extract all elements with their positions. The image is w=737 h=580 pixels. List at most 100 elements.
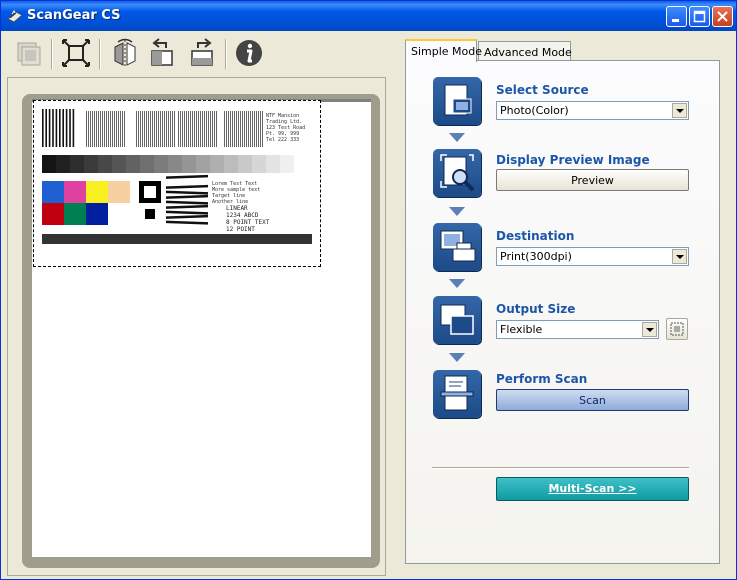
pattern-line — [256, 111, 257, 147]
destination-dropdown[interactable]: Print(300dpi) — [496, 247, 689, 266]
color-swatch — [42, 203, 64, 225]
printer-destination-icon — [440, 230, 476, 262]
pattern-line — [250, 111, 251, 147]
scan-document-icon — [440, 375, 474, 411]
pattern-line — [200, 111, 201, 147]
pattern-line — [108, 111, 109, 147]
chevron-down-icon[interactable] — [672, 249, 687, 264]
gray-patch — [84, 155, 98, 173]
pattern-line — [102, 111, 103, 147]
stripe-line — [166, 190, 208, 195]
barcode-bar — [45, 109, 47, 147]
pattern-line — [242, 111, 243, 147]
pattern-line — [196, 111, 197, 147]
chevron-down-icon[interactable] — [672, 103, 687, 118]
pattern-line — [112, 111, 113, 147]
pattern-line — [92, 111, 93, 147]
title-bar: ScanGear CS — [1, 1, 736, 31]
stripe-line — [166, 204, 208, 209]
output-size-icon — [440, 304, 474, 335]
barcode-bar — [52, 109, 54, 147]
thumbnail-icon — [17, 42, 41, 66]
tab-advanced-mode[interactable]: Advanced Mode — [478, 41, 572, 60]
barcode-bar — [42, 109, 44, 147]
pattern-line — [258, 111, 259, 147]
mirror-icon — [114, 38, 136, 67]
toolbar-separator — [225, 39, 227, 69]
pattern-line — [118, 111, 119, 147]
close-icon — [717, 11, 728, 22]
color-swatch — [64, 181, 86, 203]
color-swatch — [86, 181, 108, 203]
pattern-line — [184, 111, 185, 147]
barcode-bar — [55, 109, 58, 147]
settings-panel: Simple Mode Advanced Mode Select Source … — [391, 33, 733, 577]
info-icon — [236, 40, 262, 66]
pattern-line — [226, 111, 227, 147]
maximize-button[interactable] — [689, 6, 710, 27]
pattern-line — [90, 111, 91, 147]
tab-simple-mode[interactable]: Simple Mode — [405, 39, 482, 62]
pattern-line — [198, 111, 199, 147]
target-text: Tel 222 333 — [266, 137, 300, 143]
scan-button[interactable]: Scan — [496, 389, 689, 411]
thumbnail-button[interactable] — [13, 37, 45, 69]
gray-patch — [210, 155, 224, 173]
perform-scan-step-icon — [433, 370, 481, 418]
pattern-line — [166, 111, 167, 147]
pattern-line — [140, 111, 141, 147]
pattern-line — [202, 111, 203, 147]
minimize-button[interactable] — [666, 6, 687, 27]
auto-crop-button[interactable] — [60, 37, 92, 69]
gray-patch — [224, 155, 238, 173]
preview-area[interactable]: NTF Mansion Trading Ltd. 123 Test Road P… — [32, 99, 371, 557]
step-arrow-icon — [449, 353, 465, 362]
multi-scan-button-label: Multi-Scan >> — [548, 482, 637, 495]
color-swatch — [86, 203, 108, 225]
mirror-button[interactable] — [109, 37, 141, 69]
pattern-line — [180, 111, 181, 147]
toolbar-separator — [51, 39, 53, 69]
preview-button[interactable]: Preview — [496, 169, 689, 191]
pattern-line — [192, 111, 193, 147]
gray-patch — [154, 155, 168, 173]
pattern-line — [162, 111, 163, 147]
target-text-block-3: LINEAR 1234 ABCD 8 POINT TEXT 12 POINT — [226, 205, 269, 233]
stripe-line — [166, 200, 208, 205]
gray-patch — [140, 155, 154, 173]
multi-scan-button[interactable]: Multi-Scan >> — [496, 477, 689, 501]
gray-patch — [56, 155, 70, 173]
preview-magnifier-icon — [440, 154, 475, 192]
pattern-line — [228, 111, 229, 147]
scan-preview-image[interactable]: NTF Mansion Trading Ltd. 123 Test Road P… — [33, 100, 321, 267]
color-swatch — [64, 203, 86, 225]
target-text-block-2: Lorem Test Text More sample text Target … — [212, 181, 260, 205]
rotate-left-button[interactable] — [146, 37, 178, 69]
pattern-line — [136, 111, 137, 147]
close-button[interactable] — [712, 6, 733, 27]
pattern-line — [114, 111, 115, 147]
pattern-line — [186, 111, 187, 147]
pattern-line — [120, 111, 121, 147]
chevron-down-icon[interactable] — [642, 322, 657, 337]
window-title: ScanGear CS — [27, 8, 121, 23]
pattern-line — [252, 111, 253, 147]
gray-patch — [126, 155, 140, 173]
scan-button-label: Scan — [579, 394, 606, 407]
output-size-dropdown[interactable]: Flexible — [496, 320, 659, 339]
gray-patch — [70, 155, 84, 173]
gray-patch — [112, 155, 126, 173]
gray-patch — [42, 155, 56, 173]
select-source-dropdown[interactable]: Photo(Color) — [496, 101, 689, 120]
info-button[interactable] — [233, 37, 265, 69]
pattern-line — [246, 111, 247, 147]
pattern-line — [110, 111, 111, 147]
gray-patch — [98, 155, 112, 173]
rotate-right-button[interactable] — [186, 37, 218, 69]
stripe-line — [166, 184, 208, 189]
stripe-line — [166, 174, 208, 179]
output-size-settings-button[interactable] — [666, 318, 688, 340]
pattern-line — [158, 111, 159, 147]
pattern-line — [224, 111, 225, 147]
pattern-line — [142, 111, 143, 147]
